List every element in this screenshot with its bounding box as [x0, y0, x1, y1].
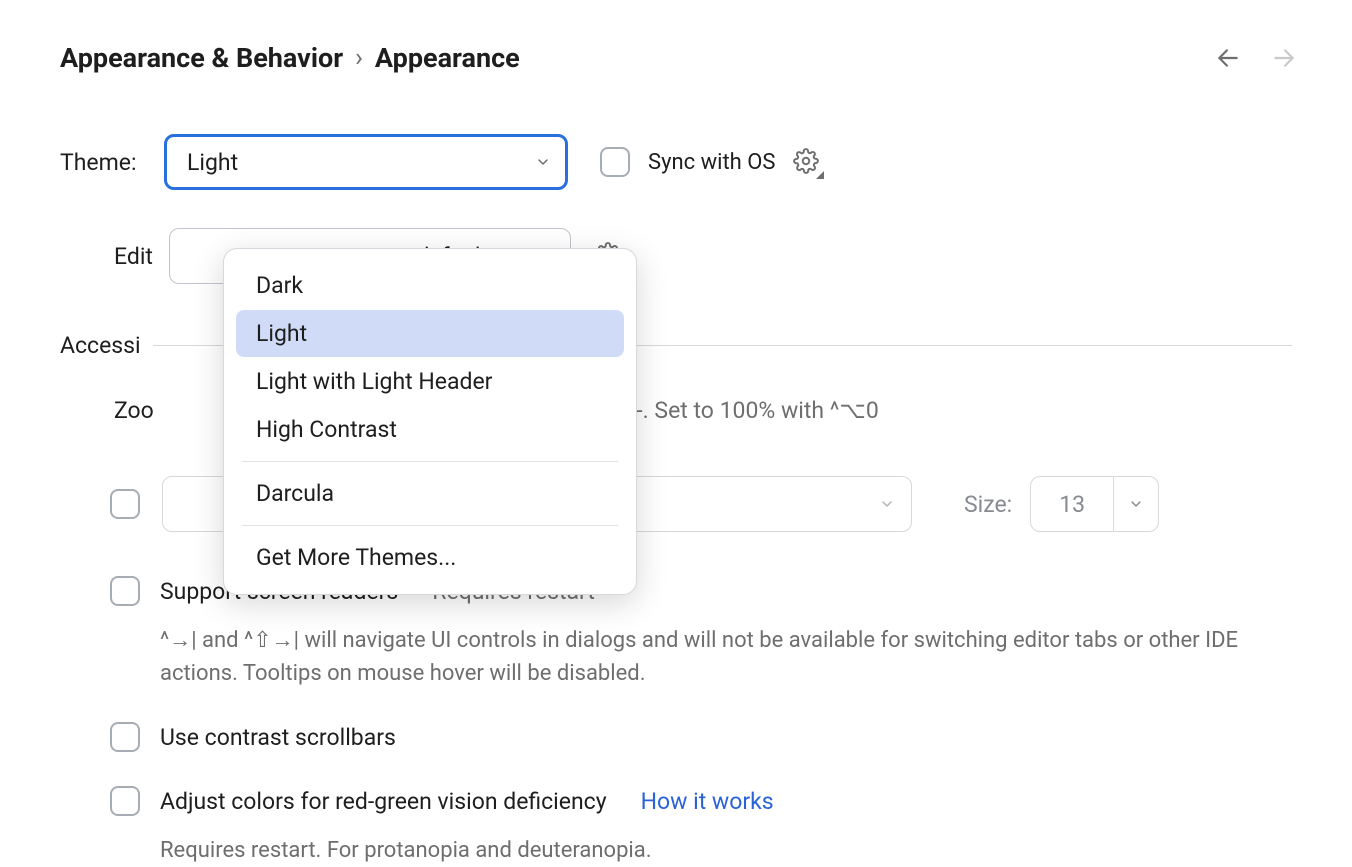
- font-size-value: 13: [1031, 477, 1113, 531]
- dropdown-separator: [242, 461, 618, 462]
- screen-readers-checkbox[interactable]: [110, 576, 140, 606]
- breadcrumb-parent[interactable]: Appearance & Behavior: [60, 42, 343, 74]
- back-button[interactable]: [1214, 44, 1242, 72]
- breadcrumb-separator: ›: [355, 43, 363, 73]
- dropdown-separator: [242, 525, 618, 526]
- size-label: Size:: [964, 491, 1012, 518]
- color-deficiency-label: Adjust colors for red-green vision defic…: [160, 788, 607, 815]
- theme-option-light[interactable]: Light: [236, 310, 624, 357]
- theme-select[interactable]: Light: [164, 134, 568, 190]
- chevron-down-icon: [879, 496, 895, 512]
- theme-label: Theme:: [60, 149, 164, 176]
- theme-option-dark[interactable]: Dark: [236, 262, 624, 309]
- how-it-works-link[interactable]: How it works: [641, 788, 774, 815]
- zoom-label: Zoo: [114, 397, 154, 424]
- breadcrumb-current: Appearance: [375, 42, 520, 74]
- screen-readers-hint: ^→| and ^⇧→| will navigate UI controls i…: [160, 624, 1260, 690]
- color-deficiency-checkbox[interactable]: [110, 786, 140, 816]
- forward-button[interactable]: [1270, 44, 1298, 72]
- sync-os-label: Sync with OS: [648, 150, 775, 175]
- theme-option-darcula[interactable]: Darcula: [236, 470, 624, 517]
- gear-icon[interactable]: [793, 148, 821, 176]
- theme-dropdown: Dark Light Light with Light Header High …: [223, 248, 637, 595]
- theme-option-get-more[interactable]: Get More Themes...: [236, 534, 624, 581]
- custom-font-checkbox[interactable]: [110, 489, 140, 519]
- font-size-select[interactable]: 13: [1030, 476, 1159, 532]
- theme-select-value: Light: [187, 149, 238, 176]
- editor-scheme-label: Edit: [114, 243, 153, 270]
- contrast-scrollbars-checkbox[interactable]: [110, 722, 140, 752]
- sync-os-checkbox[interactable]: [600, 147, 630, 177]
- theme-option-light-header[interactable]: Light with Light Header: [236, 358, 624, 405]
- breadcrumb: Appearance & Behavior › Appearance: [60, 42, 520, 74]
- color-deficiency-hint: Requires restart. For protanopia and deu…: [160, 834, 1260, 867]
- chevron-down-icon: [1113, 477, 1158, 531]
- contrast-scrollbars-label: Use contrast scrollbars: [160, 724, 396, 751]
- accessibility-heading: Accessi: [60, 332, 141, 359]
- theme-option-high-contrast[interactable]: High Contrast: [236, 406, 624, 453]
- chevron-down-icon: [535, 154, 551, 170]
